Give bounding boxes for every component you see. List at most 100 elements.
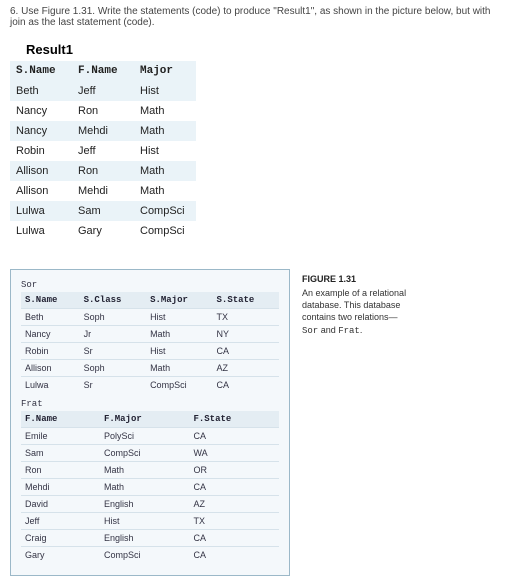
caption-code: Sor — [302, 326, 318, 336]
cell: Hist — [134, 141, 196, 161]
cell: Emile — [21, 428, 100, 445]
cell: Beth — [10, 81, 72, 101]
table-row: RonMathOR — [21, 462, 279, 479]
cell: Lulwa — [10, 221, 72, 241]
cell: English — [100, 530, 190, 547]
sor-table: S.Name S.Class S.Major S.State BethSophH… — [21, 292, 279, 393]
figure-caption-title: FIGURE 1.31 — [302, 273, 412, 285]
cell: CA — [189, 530, 279, 547]
cell: AZ — [213, 360, 279, 377]
cell: CA — [213, 343, 279, 360]
cell: Hist — [146, 343, 212, 360]
cell: Robin — [10, 141, 72, 161]
cell: Gary — [21, 547, 100, 564]
table-row: BethJeffHist — [10, 81, 196, 101]
table-row: LulwaSamCompSci — [10, 201, 196, 221]
cell: Math — [146, 360, 212, 377]
cell: Gary — [72, 221, 134, 241]
cell: Lulwa — [21, 377, 80, 394]
cell: Math — [134, 121, 196, 141]
cell: Sr — [80, 377, 146, 394]
cell: Hist — [100, 513, 190, 530]
cell: Nancy — [10, 121, 72, 141]
cell: English — [100, 496, 190, 513]
col-header: F.Name — [21, 411, 100, 428]
figure-caption: FIGURE 1.31 An example of a relational d… — [302, 269, 412, 337]
cell: Allison — [10, 181, 72, 201]
figure-box: Sor S.Name S.Class S.Major S.State BethS… — [10, 269, 290, 576]
cell: CA — [189, 428, 279, 445]
cell: NY — [213, 326, 279, 343]
cell: CompSci — [134, 221, 196, 241]
cell: Lulwa — [10, 201, 72, 221]
table-row: NancyJrMathNY — [21, 326, 279, 343]
cell: Math — [100, 462, 190, 479]
cell: PolySci — [100, 428, 190, 445]
table-row: S.Name S.Class S.Major S.State — [21, 292, 279, 309]
result1-title: Result1 — [26, 42, 507, 57]
cell: Allison — [21, 360, 80, 377]
caption-code: Frat — [338, 326, 360, 336]
cell: OR — [189, 462, 279, 479]
figure-row: Sor S.Name S.Class S.Major S.State BethS… — [10, 269, 507, 576]
cell: Jr — [80, 326, 146, 343]
cell: CompSci — [146, 377, 212, 394]
cell: TX — [213, 309, 279, 326]
cell: Math — [134, 181, 196, 201]
col-header: S.Class — [80, 292, 146, 309]
table-row: JeffHistTX — [21, 513, 279, 530]
cell: Craig — [21, 530, 100, 547]
col-header: S.Name — [21, 292, 80, 309]
cell: Ron — [21, 462, 100, 479]
table-row: LulwaGaryCompSci — [10, 221, 196, 241]
col-header: F.Name — [72, 61, 134, 81]
cell: Jeff — [21, 513, 100, 530]
question-text: 6. Use Figure 1.31. Write the statements… — [10, 6, 507, 28]
table-row: S.Name F.Name Major — [10, 61, 196, 81]
table-row: EmilePolySciCA — [21, 428, 279, 445]
col-header: S.Name — [10, 61, 72, 81]
table-row: AllisonRonMath — [10, 161, 196, 181]
cell: Ron — [72, 161, 134, 181]
col-header: F.State — [189, 411, 279, 428]
cell: Soph — [80, 360, 146, 377]
cell: Math — [100, 479, 190, 496]
cell: TX — [189, 513, 279, 530]
table-row: DavidEnglishAZ — [21, 496, 279, 513]
cell: Hist — [134, 81, 196, 101]
caption-text: An example of a relational database. Thi… — [302, 288, 406, 322]
cell: Math — [146, 326, 212, 343]
cell: Sr — [80, 343, 146, 360]
table-row: CraigEnglishCA — [21, 530, 279, 547]
cell: AZ — [189, 496, 279, 513]
cell: CA — [189, 479, 279, 496]
cell: CA — [213, 377, 279, 394]
col-header: S.Major — [146, 292, 212, 309]
cell: Jeff — [72, 141, 134, 161]
table-row: RobinJeffHist — [10, 141, 196, 161]
cell: Sam — [72, 201, 134, 221]
cell: WA — [189, 445, 279, 462]
table-row: RobinSrHistCA — [21, 343, 279, 360]
cell: Hist — [146, 309, 212, 326]
table-row: GaryCompSciCA — [21, 547, 279, 564]
cell: Mehdi — [21, 479, 100, 496]
table-row: F.Name F.Major F.State — [21, 411, 279, 428]
cell: Beth — [21, 309, 80, 326]
cell: David — [21, 496, 100, 513]
cell: Math — [134, 101, 196, 121]
cell: Mehdi — [72, 181, 134, 201]
col-header: F.Major — [100, 411, 190, 428]
table-row: BethSophHistTX — [21, 309, 279, 326]
cell: CompSci — [100, 445, 190, 462]
table-row: NancyMehdiMath — [10, 121, 196, 141]
col-header: S.State — [213, 292, 279, 309]
relation-name-frat: Frat — [21, 399, 279, 409]
table-row: LulwaSrCompSciCA — [21, 377, 279, 394]
cell: Ron — [72, 101, 134, 121]
cell: Mehdi — [72, 121, 134, 141]
cell: Soph — [80, 309, 146, 326]
caption-text: . — [360, 325, 363, 335]
cell: Allison — [10, 161, 72, 181]
table-row: MehdiMathCA — [21, 479, 279, 496]
